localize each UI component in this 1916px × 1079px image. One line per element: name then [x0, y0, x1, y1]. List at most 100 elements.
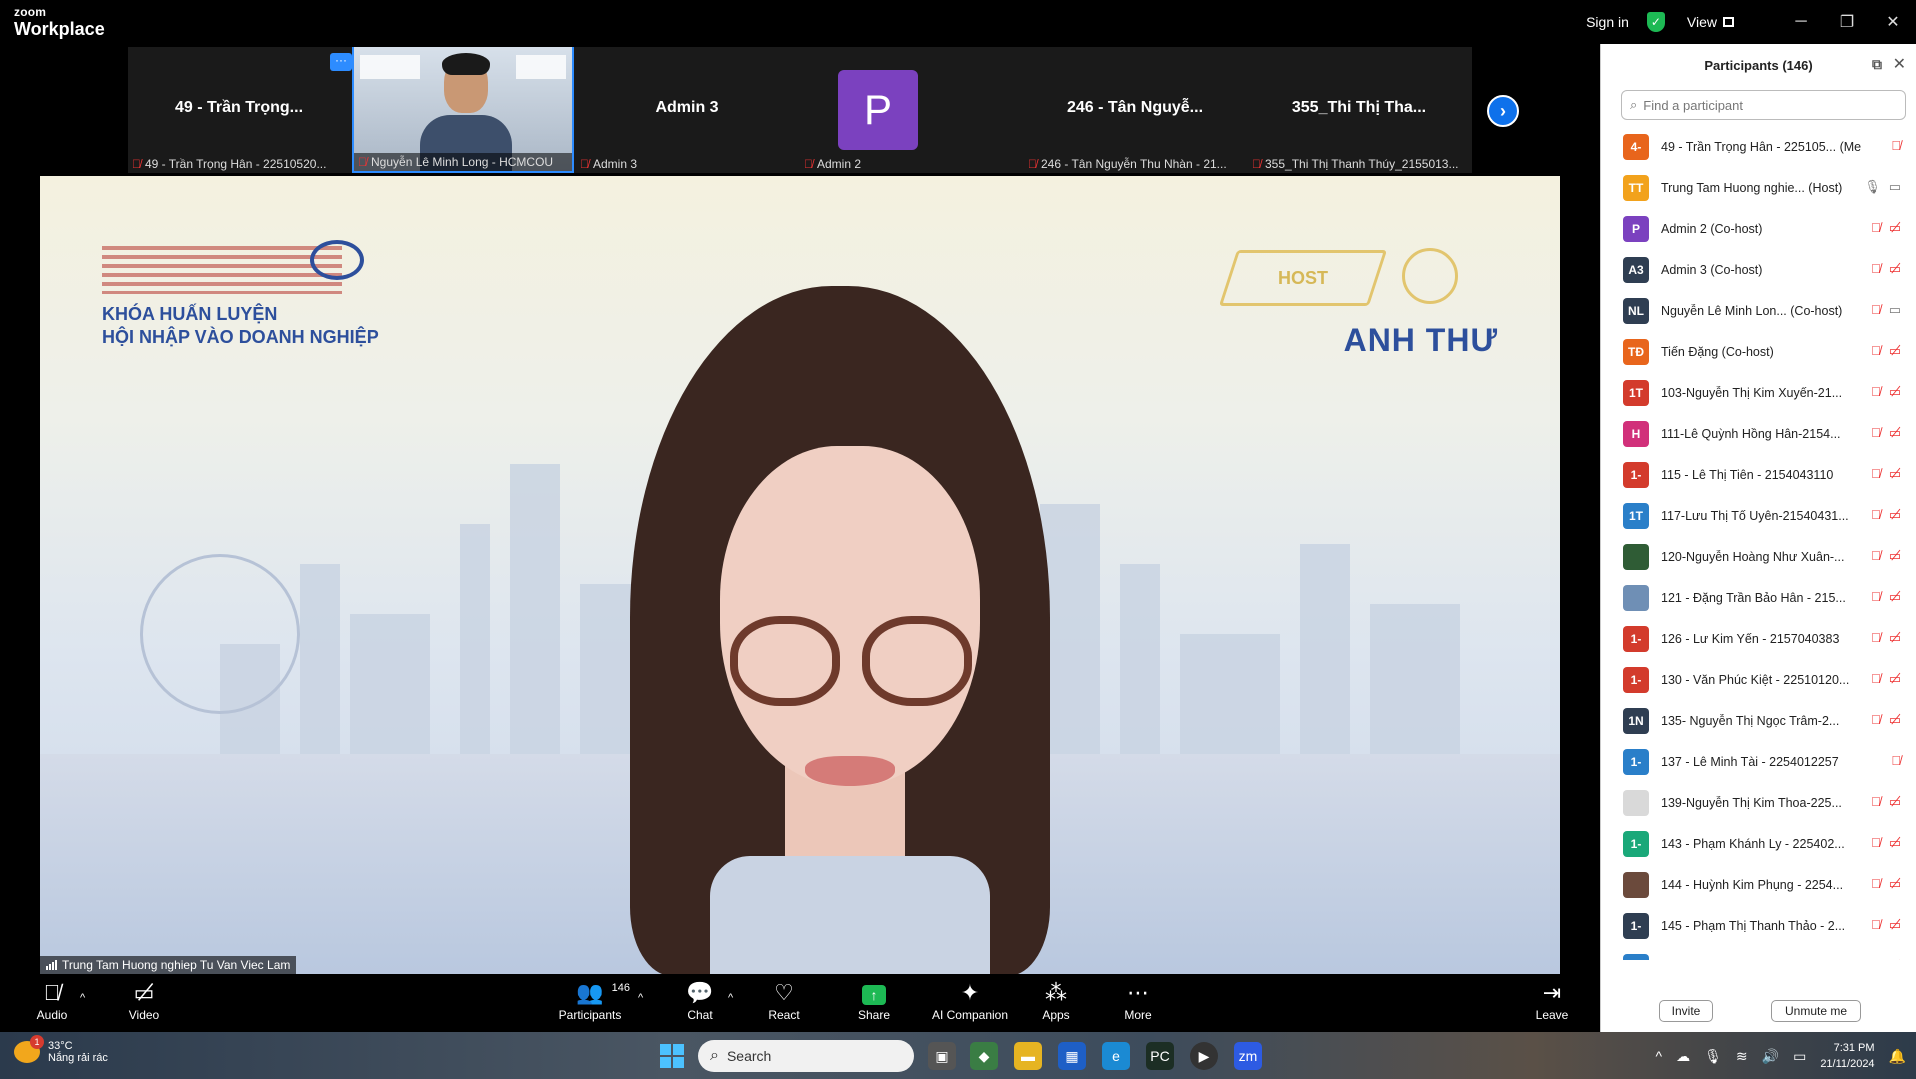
participant-row[interactable]: 1T 117-Lưu Thị Tố Uyên-21540431... 🎙̸ ▭̸ [1601, 495, 1907, 536]
search-placeholder: Find a participant [1643, 97, 1744, 113]
participant-row[interactable]: 1- 145 - Phạm Thị Thanh Thảo - 2... 🎙̸ ▭̸ [1601, 905, 1907, 946]
speaker-name-label: Trung Tam Huong nghiep Tu Van Viec Lam [40, 956, 297, 974]
mic-muted-icon: 🎙̸ [580, 157, 589, 171]
zoom-app-icon[interactable]: zm [1234, 1042, 1262, 1070]
audio-button[interactable]: 🎙̸ Audio [8, 980, 96, 1030]
share-button[interactable]: ↑ Share [830, 980, 918, 1030]
video-tile[interactable]: 355_Thi Thị Tha... 🎙̸ 355_Thi Thị Thanh T… [1248, 47, 1470, 173]
shield-check-icon[interactable]: ✓ [1646, 12, 1665, 32]
participant-row[interactable]: 120-Nguyễn Hoàng Như Xuân-... 🎙̸ ▭̸ [1601, 536, 1907, 577]
avatar: 1- [1623, 461, 1649, 488]
camera-off-icon: ▭̸ [1888, 630, 1901, 645]
participant-name: 144 - Huỳnh Kim Phụng - 2254... [1661, 877, 1844, 892]
participant-row[interactable]: NL Nguyễn Lê Minh Lon... (Co-host) 🎙̸ ▭ [1601, 290, 1907, 331]
app-icon[interactable]: ◆ [970, 1042, 998, 1070]
mic-muted-icon: 🎙̸ [1870, 302, 1881, 317]
restore-icon[interactable]: ❐ [1824, 0, 1870, 44]
avatar: 1T [1623, 502, 1649, 529]
tile-options-icon[interactable]: ··· [330, 53, 352, 71]
participant-row[interactable]: 1- 143 - Phạm Khánh Ly - 225402... 🎙̸ ▭̸ [1601, 823, 1907, 864]
participant-row[interactable]: 1T 103-Nguyễn Thị Kim Xuyến-21... 🎙̸ ▭̸ [1601, 372, 1907, 413]
leave-button[interactable]: ⇥ Leave [1508, 980, 1596, 1030]
unmute-me-button[interactable]: Unmute me [1771, 1000, 1861, 1022]
participant-row[interactable]: 1- 130 - Văn Phúc Kiệt - 22510120... 🎙̸ ▭̸ [1601, 659, 1907, 700]
video-button[interactable]: ▭̸ Video [100, 980, 188, 1030]
mic-muted-icon: 🎙̸ [1870, 548, 1881, 563]
ai-companion-button[interactable]: ✦ AI Companion [920, 980, 1020, 1030]
participant-row[interactable]: 1- 115 - Lê Thị Tiên - 2154043110 🎙̸ ▭̸ [1601, 454, 1907, 495]
clock[interactable]: 7:31 PM 21/11/2024 [1820, 1040, 1874, 1072]
participant-row[interactable]: TĐ Tiến Đặng (Co-host) 🎙̸ ▭̸ [1601, 331, 1907, 372]
audio-options-caret[interactable]: ^ [80, 992, 85, 1004]
participant-row[interactable]: 4- 49 - Trần Trọng Hân - 225105... (Me) 🎙̸ [1601, 126, 1907, 167]
media-player-icon[interactable]: ▶ [1190, 1042, 1218, 1070]
more-button[interactable]: ⋯ More [1094, 980, 1182, 1030]
invite-button[interactable]: Invite [1659, 1000, 1713, 1022]
battery-icon[interactable]: ▭ [1793, 1048, 1806, 1065]
volume-icon[interactable]: 🔊 [1762, 1048, 1779, 1065]
minimize-icon[interactable]: ─ [1778, 0, 1824, 44]
leave-label: Leave [1535, 1008, 1569, 1022]
participant-row[interactable]: 139-Nguyễn Thị Kim Thoa-225... 🎙̸ ▭̸ [1601, 782, 1907, 823]
pop-out-icon[interactable]: ⧉ [1872, 56, 1882, 73]
chat-button[interactable]: 💬 Chat [656, 980, 744, 1030]
close-window-icon[interactable]: ✕ [1870, 0, 1916, 44]
participant-name: 145 - Phạm Thị Thanh Thảo - 2... [1661, 918, 1846, 933]
participant-row[interactable]: H 111-Lê Quỳnh Hồng Hân-2154... 🎙̸ ▭̸ [1601, 413, 1907, 454]
participant-name: Nguyễn Lê Minh Lon... (Co-host) [1661, 303, 1843, 318]
main-speaker-video: KHÓA HUẤN LUYỆN HỘI NHẬP VÀO DOANH NGHIỆ… [40, 176, 1560, 974]
apps-button[interactable]: ⁂ Apps [1012, 980, 1100, 1030]
wifi-icon[interactable]: ≋ [1736, 1048, 1748, 1065]
video-tile-active[interactable]: 🎙̸ Nguyễn Lê Minh Long - HCMCOU [352, 47, 574, 173]
participant-row[interactable]: P Admin 2 (Co-host) 🎙̸ ▭̸ [1601, 208, 1907, 249]
participant-name: 126 - Lư Kim Yến - 2157040383 [1661, 631, 1840, 646]
weather-widget[interactable]: 1 33°C Nắng rải rác [14, 1035, 108, 1064]
camera-off-icon: ▭̸ [1888, 835, 1901, 850]
show-hidden-icons-icon[interactable]: ^ [1656, 1048, 1663, 1064]
participant-name: 135- Nguyễn Thị Ngọc Trâm-2... [1661, 713, 1840, 728]
participant-row[interactable]: 1- 126 - Lư Kim Yến - 2157040383 🎙̸ ▭̸ [1601, 618, 1907, 659]
video-tile[interactable]: 246 - Tân Nguyễ... 🎙̸ 246 - Tân Nguyễn Th… [1024, 47, 1246, 173]
video-tile[interactable]: P 🎙̸ Admin 2 [800, 47, 1022, 173]
participant-row[interactable]: 144 - Huỳnh Kim Phụng - 2254... 🎙̸ ▭̸ [1601, 864, 1907, 905]
microphone-icon[interactable]: 🎙 [1704, 1048, 1722, 1065]
file-explorer-icon[interactable]: ▬ [1014, 1042, 1042, 1070]
video-tile[interactable]: Admin 3 🎙̸ Admin 3 [576, 47, 798, 173]
video-tile[interactable]: 49 - Trần Trọng... 🎙̸ 49 - Trần Trọng Hân… [128, 47, 350, 173]
signal-bars-icon [46, 960, 57, 970]
view-button[interactable]: View [1687, 14, 1734, 30]
close-icon[interactable]: ✕ [1893, 54, 1906, 74]
taskbar-search[interactable]: ⌕ Search [698, 1040, 914, 1072]
store-icon[interactable]: ▦ [1058, 1042, 1086, 1070]
participant-row[interactable]: TT Trung Tam Huong nghie... (Host) 🎙 ▭ [1601, 167, 1907, 208]
camera-off-icon: ▭̸ [1889, 958, 1901, 960]
sign-in-link[interactable]: Sign in [1586, 14, 1629, 30]
panel-header: Participants (146) ⧉ ✕ [1601, 44, 1916, 86]
participants-button[interactable]: 👥 146 Participants [546, 980, 634, 1030]
search-icon: ⌕ [1630, 97, 1638, 112]
participants-options-caret[interactable]: ^ [638, 992, 643, 1004]
participant-row[interactable]: 1N 135- Nguyễn Thị Ngọc Trâm-2... 🎙̸ ▭̸ [1601, 700, 1907, 741]
camera-off-icon: ▭̸ [1888, 794, 1901, 809]
participant-row[interactable]: 121 - Đặng Trần Bảo Hân - 215... 🎙̸ ▭̸ [1601, 577, 1907, 618]
notification-badge: 1 [30, 1035, 44, 1049]
edge-icon[interactable]: e [1102, 1042, 1130, 1070]
task-view-icon[interactable]: ▣ [928, 1042, 956, 1070]
tile-label: 49 - Trần Trọng Hân - 22510520... [145, 157, 327, 171]
participant-row[interactable]: 1- 148 - Lê Quốc Anh - 2254032011 🎙̸ ▭̸ [1601, 946, 1907, 960]
ferris-wheel-graphic [140, 554, 300, 714]
next-page-icon[interactable]: › [1487, 95, 1519, 127]
participant-row[interactable]: 1- 137 - Lê Minh Tài - 2254012257 🎙̸ [1601, 741, 1907, 782]
camera-off-icon: ▭̸ [1888, 671, 1901, 686]
react-button[interactable]: ♡ React [740, 980, 828, 1030]
windows-start-icon[interactable] [660, 1044, 684, 1068]
participant-row[interactable]: A3 Admin 3 (Co-host) 🎙̸ ▭̸ [1601, 249, 1907, 290]
participant-search-input[interactable]: ⌕ Find a participant [1621, 90, 1906, 120]
mic-muted-icon: 🎙̸ [1891, 138, 1901, 153]
pycharm-icon[interactable]: PC [1146, 1042, 1174, 1070]
participant-name: 143 - Phạm Khánh Ly - 225402... [1661, 836, 1845, 851]
cloud-icon[interactable]: ☁ [1676, 1048, 1690, 1065]
chat-options-caret[interactable]: ^ [728, 992, 733, 1004]
camera-off-icon: ▭̸ [1888, 507, 1901, 522]
notification-bell-icon[interactable]: 🔔 [1889, 1048, 1906, 1065]
